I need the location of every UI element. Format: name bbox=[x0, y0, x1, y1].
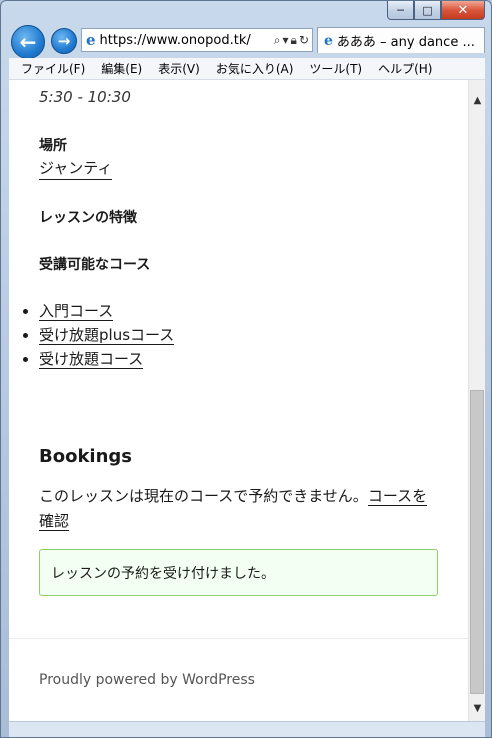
ie-icon: e bbox=[86, 31, 96, 49]
menu-bar: ファイル(F) 編集(E) 表示(V) お気に入り(A) ツール(T) ヘルプ(… bbox=[9, 58, 485, 80]
course-link[interactable]: 受け放題plusコース bbox=[39, 326, 175, 345]
course-link[interactable]: 入門コース bbox=[39, 302, 114, 321]
window-caption-buttons: ─ □ ✕ bbox=[387, 1, 485, 20]
minimize-button[interactable]: ─ bbox=[387, 1, 414, 20]
list-item: 入門コース bbox=[39, 299, 174, 323]
success-message: レッスンの予約を受け付けました。 bbox=[51, 565, 275, 582]
location-heading: 場所 bbox=[39, 138, 67, 154]
navigation-bar: ← → e https://www.onopod.tk/ ⌕ ▾ 🔒︎ ↻ e … bbox=[1, 25, 491, 59]
course-list: 入門コース 受け放題plusコース 受け放題コース bbox=[11, 299, 175, 371]
footer-credit[interactable]: Proudly powered by WordPress bbox=[39, 672, 255, 688]
address-icons: ⌕ ▾ 🔒︎ ↻ bbox=[274, 33, 312, 48]
success-message-box: レッスンの予約を受け付けました。 bbox=[39, 549, 438, 596]
address-bar[interactable]: e https://www.onopod.tk/ ⌕ ▾ 🔒︎ ↻ bbox=[81, 28, 313, 52]
refresh-icon[interactable]: ↻ bbox=[299, 33, 309, 48]
lesson-time: 5:30 - 10:30 bbox=[39, 88, 131, 106]
menu-view[interactable]: 表示(V) bbox=[150, 60, 208, 77]
maximize-button[interactable]: □ bbox=[414, 1, 441, 20]
browser-tab[interactable]: e あああ – any dance ... bbox=[317, 27, 485, 53]
features-heading: レッスンの特徴 bbox=[39, 210, 137, 226]
bookings-title: Bookings bbox=[39, 446, 133, 467]
vertical-scrollbar[interactable]: ▲ ▼ bbox=[468, 80, 485, 721]
tab-title: あああ – any dance ... bbox=[336, 35, 475, 50]
menu-favorites[interactable]: お気に入り(A) bbox=[208, 60, 302, 77]
footer-divider bbox=[9, 638, 468, 639]
courses-heading: 受講可能なコース bbox=[39, 257, 151, 273]
browser-window: ─ □ ✕ ← → e https://www.onopod.tk/ ⌕ ▾ 🔒… bbox=[0, 0, 492, 738]
menu-file[interactable]: ファイル(F) bbox=[13, 60, 93, 77]
menu-tools[interactable]: ツール(T) bbox=[301, 60, 370, 77]
bookings-note: このレッスンは現在のコースで予約できません。コースを確認 bbox=[39, 484, 439, 534]
menu-help[interactable]: ヘルプ(H) bbox=[370, 60, 440, 77]
lock-icon[interactable]: 🔒︎ bbox=[291, 33, 297, 48]
forward-button[interactable]: → bbox=[51, 28, 77, 54]
scroll-thumb[interactable] bbox=[470, 390, 484, 694]
list-item: 受け放題plusコース bbox=[39, 323, 175, 347]
ie-tab-icon: e bbox=[324, 32, 333, 49]
scroll-down-icon[interactable]: ▼ bbox=[469, 700, 486, 717]
course-link[interactable]: 受け放題コース bbox=[39, 350, 144, 369]
scroll-up-icon[interactable]: ▲ bbox=[469, 92, 486, 109]
menu-edit[interactable]: 編集(E) bbox=[93, 60, 150, 77]
location-link[interactable]: ジャンティ bbox=[39, 158, 113, 180]
list-item: 受け放題コース bbox=[39, 347, 174, 371]
search-icon[interactable]: ⌕ bbox=[274, 33, 281, 48]
address-text[interactable]: https://www.onopod.tk/ bbox=[100, 33, 274, 48]
dropdown-icon[interactable]: ▾ bbox=[283, 33, 289, 48]
page-viewport: 5:30 - 10:30 場所 ジャンティ レッスンの特徴 受講可能なコース 入… bbox=[9, 80, 468, 721]
bookings-note-text: このレッスンは現在のコースで予約できません。 bbox=[39, 487, 368, 505]
close-button[interactable]: ✕ bbox=[441, 1, 485, 20]
back-button[interactable]: ← bbox=[11, 25, 45, 59]
status-strip bbox=[9, 721, 485, 737]
